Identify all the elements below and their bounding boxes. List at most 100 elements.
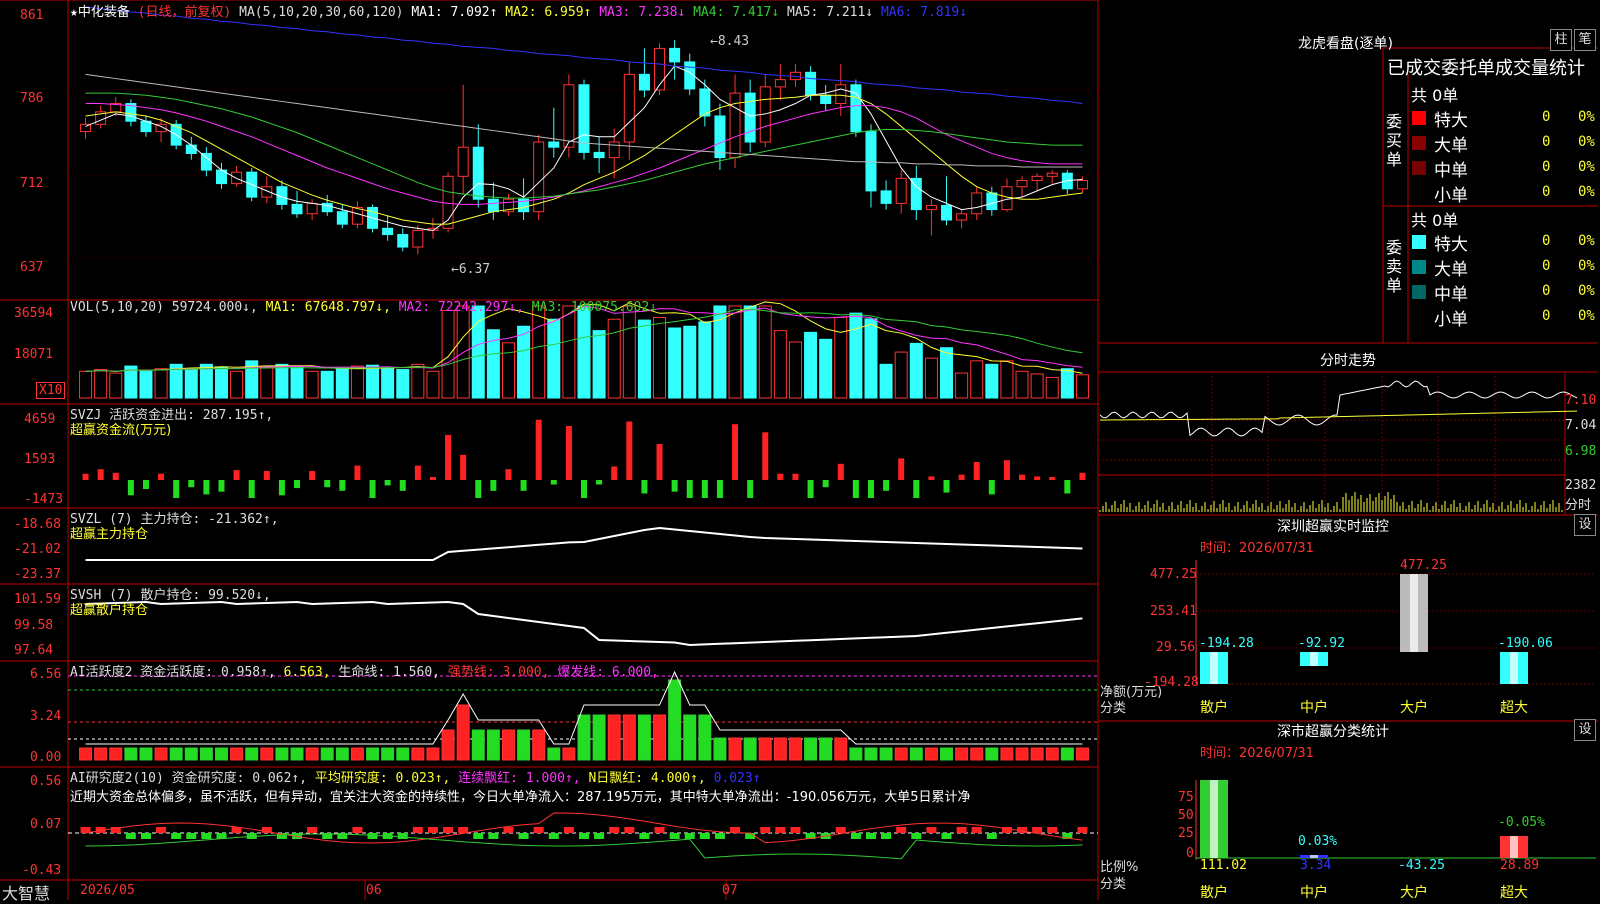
row-value: 0 — [1542, 258, 1551, 274]
sz-bar-large-shine — [1410, 574, 1418, 652]
candle-body — [200, 152, 212, 171]
candle-body — [956, 213, 968, 221]
sz-settings-button[interactable]: 设 — [1574, 514, 1596, 536]
volume-bar — [683, 325, 697, 399]
intraday-vol-max: 2382 — [1565, 478, 1597, 493]
research-bar — [352, 827, 363, 833]
vol-axis-top: 36594 — [14, 306, 54, 321]
candle-body — [1046, 172, 1058, 177]
volume-bar — [1060, 368, 1074, 399]
activity-bars — [68, 670, 1098, 860]
volume-bar — [260, 365, 274, 399]
fund-flow-bar — [611, 466, 618, 480]
fund-flow-bar — [127, 480, 134, 496]
activity-bar — [698, 714, 712, 761]
ai2-nred: N日飘红: 4.000↑, — [588, 771, 706, 786]
vol-unit-x10[interactable]: X10 — [36, 382, 66, 399]
row-color-swatch — [1412, 161, 1426, 175]
fund-flow-bar — [550, 480, 557, 485]
volume-bar — [426, 370, 440, 399]
volume-bar — [320, 370, 334, 399]
stroke-mode-button[interactable]: 笔 — [1574, 29, 1596, 51]
candle-body — [774, 79, 786, 88]
volume-bar — [109, 372, 123, 399]
volume-bar — [305, 370, 319, 399]
row-percent: 0% — [1578, 159, 1595, 175]
sm-axis-50: 50 — [1178, 808, 1194, 823]
candle-body — [185, 144, 197, 154]
row-color-swatch — [1412, 111, 1426, 125]
svsh-line — [85, 600, 1083, 647]
fund-flow-bar — [429, 477, 436, 480]
date-label-may: 2026/05 — [80, 883, 135, 898]
candle-body — [865, 131, 877, 192]
bar-mode-button[interactable]: 柱 — [1550, 29, 1572, 51]
ai1-burst: 爆发线: 6.000, — [557, 665, 659, 680]
sm-bar-super-shine — [1510, 836, 1518, 858]
ai2-red: 连续飘红: 1.000↑, — [458, 771, 581, 786]
candle-body — [805, 71, 817, 96]
fund-flow-bar — [1019, 474, 1026, 480]
fund-flow-bar — [822, 480, 829, 488]
candlestick-chart[interactable] — [80, 40, 1088, 255]
fund-flow-bar — [837, 463, 844, 480]
intraday-axis-mid: 7.04 — [1565, 418, 1597, 433]
row-label: 中单 — [1434, 285, 1468, 305]
row-label: 特大 — [1434, 111, 1468, 131]
volume-bar — [743, 305, 757, 399]
sz-cat-retail: 散户 — [1200, 700, 1228, 716]
sz-bar-mid-shine — [1310, 652, 1318, 666]
activity-bar — [320, 747, 334, 761]
candle-body — [472, 146, 484, 200]
activity-bar — [879, 747, 893, 761]
fund-flow-bar — [671, 480, 678, 492]
fund-flow-bar — [82, 473, 89, 480]
activity-bar — [290, 747, 304, 761]
activity-bar — [562, 747, 576, 761]
sz-bar-large — [1400, 574, 1428, 652]
ma4-value: MA4: 7.417↓ — [693, 5, 780, 20]
main-header: ★中化装备 (日线，前复权) MA(5,10,20,30,60,120) MA1… — [70, 1, 967, 20]
fund-flow-bar — [1049, 477, 1056, 480]
volume-bar — [940, 347, 954, 399]
research-bar — [609, 827, 620, 833]
activity-bar — [366, 747, 380, 761]
sm-settings-button[interactable]: 设 — [1574, 719, 1596, 741]
volume-bar — [788, 341, 802, 399]
svzl-line — [85, 526, 1083, 561]
candle-body — [533, 141, 545, 213]
sm-axis-0: 0 — [1186, 846, 1194, 861]
fund-flow-bar — [339, 480, 346, 491]
activity-bar — [381, 747, 395, 761]
sell-orders-label: 委卖单 — [1386, 238, 1403, 295]
fund-flow-bar — [686, 480, 693, 498]
ma1-value: MA1: 7.092↑ — [411, 5, 498, 20]
stats-title: 已成交委托单成交量统计 — [1387, 58, 1585, 79]
volume-bar — [909, 342, 923, 399]
volume-bar — [184, 369, 198, 399]
sm-axis-75: 75 — [1178, 790, 1194, 805]
research-bar — [503, 827, 514, 833]
fund-flow-bar — [490, 480, 497, 491]
activity-bar — [758, 737, 772, 761]
fund-flow-bar — [445, 435, 452, 480]
fund-flow-bar — [958, 474, 965, 480]
fund-flow-bar — [762, 432, 769, 480]
research-bar — [654, 827, 665, 833]
sz-axis-1: 477.25 — [1150, 567, 1197, 582]
fund-flow-bar — [475, 480, 482, 498]
ai2-axis-low: -0.43 — [22, 863, 62, 878]
fund-flow-bar — [732, 424, 739, 480]
volume-bar — [290, 365, 304, 399]
research-bar — [986, 833, 997, 839]
volume-bar — [214, 366, 228, 399]
volume-bar — [834, 317, 848, 399]
ai1-value2: 6.563, — [283, 665, 331, 680]
activity-bar — [426, 747, 440, 761]
price-axis-712: 712 — [20, 176, 44, 191]
research-bar — [367, 833, 378, 839]
candle-body — [925, 204, 937, 211]
candle-body — [336, 211, 348, 225]
sm-axis-25: 25 — [1178, 826, 1194, 841]
stock-name[interactable]: ★中化装备 — [70, 5, 130, 20]
